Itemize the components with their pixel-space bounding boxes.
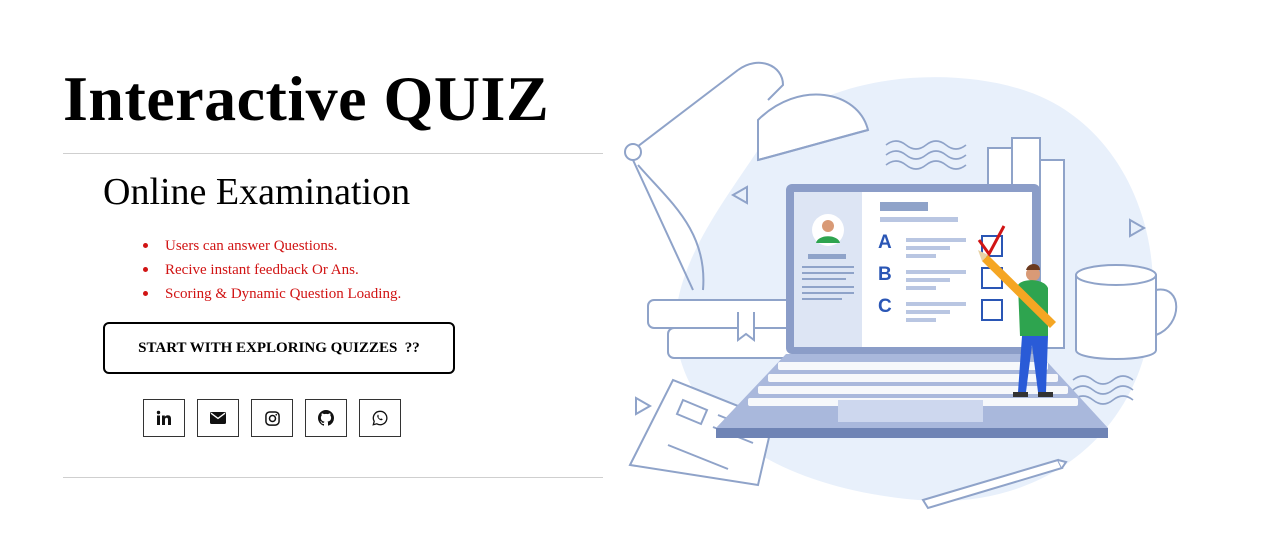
envelope-icon bbox=[210, 412, 226, 424]
option-c-label: C bbox=[878, 296, 892, 317]
feature-list: Users can answer Questions. Recive insta… bbox=[138, 236, 401, 308]
linkedin-icon bbox=[156, 410, 171, 425]
bottom-divider bbox=[63, 477, 603, 478]
option-b-label: B bbox=[878, 264, 892, 285]
quiz-illustration: A B C bbox=[624, 61, 1178, 510]
bullet-icon bbox=[143, 243, 148, 248]
page-title: Interactive QUIZ bbox=[63, 63, 550, 134]
whatsapp-link[interactable] bbox=[359, 399, 401, 437]
feature-item: Scoring & Dynamic Question Loading. bbox=[138, 284, 401, 308]
option-a-label: A bbox=[878, 232, 892, 253]
feature-item: Users can answer Questions. bbox=[138, 236, 401, 260]
mug-illustration bbox=[1075, 264, 1178, 360]
email-link[interactable] bbox=[197, 399, 239, 437]
start-quiz-button[interactable]: START WITH EXPLORING QUIZZES ?? bbox=[103, 322, 455, 374]
whatsapp-icon bbox=[372, 410, 388, 426]
github-link[interactable] bbox=[305, 399, 347, 437]
feature-item: Recive instant feedback Or Ans. bbox=[138, 260, 401, 284]
linkedin-link[interactable] bbox=[143, 399, 185, 437]
bullet-icon bbox=[143, 267, 148, 272]
github-icon bbox=[318, 410, 334, 426]
social-links bbox=[143, 399, 401, 437]
instagram-link[interactable] bbox=[251, 399, 293, 437]
top-divider bbox=[63, 153, 603, 154]
page-subtitle: Online Examination bbox=[103, 171, 411, 213]
instagram-icon bbox=[264, 410, 280, 426]
hero-section: Interactive QUIZ Online Examination User… bbox=[0, 0, 620, 535]
bullet-icon bbox=[143, 291, 148, 296]
